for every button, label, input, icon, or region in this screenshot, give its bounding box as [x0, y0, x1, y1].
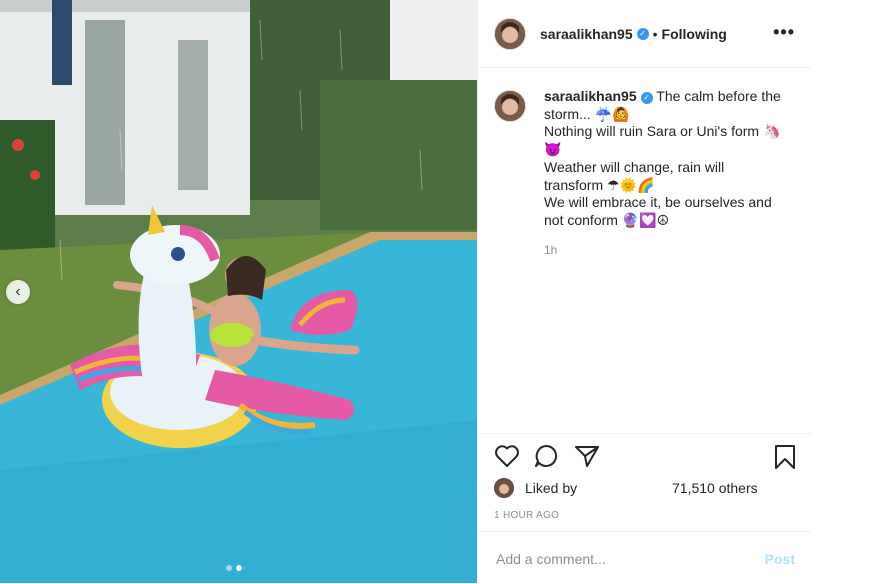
caption-line-4: We will embrace it, be ourselves and not…	[544, 194, 772, 228]
post-comment-button[interactable]: Post	[765, 551, 795, 567]
comment-bar: Post	[478, 531, 811, 584]
carousel-dot-active	[236, 565, 242, 571]
liked-by-label: Liked by	[525, 480, 578, 496]
photo-scene	[0, 0, 477, 583]
post-timestamp: 1 HOUR AGO	[494, 510, 560, 521]
author-username[interactable]: saraalikhan95	[540, 26, 633, 42]
post-caption: saraalikhan95 ✓ The calm before the storm…	[494, 88, 795, 259]
more-options-icon[interactable]: •••	[773, 22, 795, 43]
liker-avatar[interactable]	[494, 478, 514, 498]
following-button[interactable]: Following	[662, 26, 727, 42]
post-sidebar: saraalikhan95 ✓ • Following ••• saraalik…	[477, 0, 811, 583]
carousel-indicator	[226, 565, 242, 571]
caption-line-2: Nothing will ruin Sara or Uni's form 🦄😈	[544, 123, 781, 158]
share-icon[interactable]	[574, 444, 600, 473]
post-actions	[478, 433, 811, 484]
caption-text-block: saraalikhan95 ✓ The calm before the storm…	[544, 88, 784, 259]
comment-input[interactable]	[494, 550, 748, 568]
post-header: saraalikhan95 ✓ • Following •••	[478, 0, 811, 68]
comment-icon[interactable]	[534, 444, 560, 473]
caption-line-3: Weather will change, rain will transform…	[544, 158, 725, 193]
likes-count-link[interactable]: 71,510 others	[672, 480, 758, 496]
author-avatar[interactable]	[494, 17, 526, 50]
bookmark-icon[interactable]	[774, 444, 796, 475]
caption-time: 1h	[544, 242, 558, 257]
verified-badge-icon: ✓	[636, 27, 649, 40]
carousel-previous-button[interactable]: ‹	[6, 280, 30, 304]
carousel-dot	[226, 565, 232, 571]
likes-summary: Liked by 71,510 others	[494, 478, 758, 498]
caption-avatar[interactable]	[494, 90, 526, 122]
post-photo[interactable]: ‹	[0, 0, 477, 583]
verified-badge-icon: ✓	[640, 91, 653, 104]
header-separator: •	[652, 25, 658, 42]
caption-username[interactable]: saraalikhan95	[544, 88, 637, 104]
heart-icon[interactable]	[494, 444, 520, 473]
